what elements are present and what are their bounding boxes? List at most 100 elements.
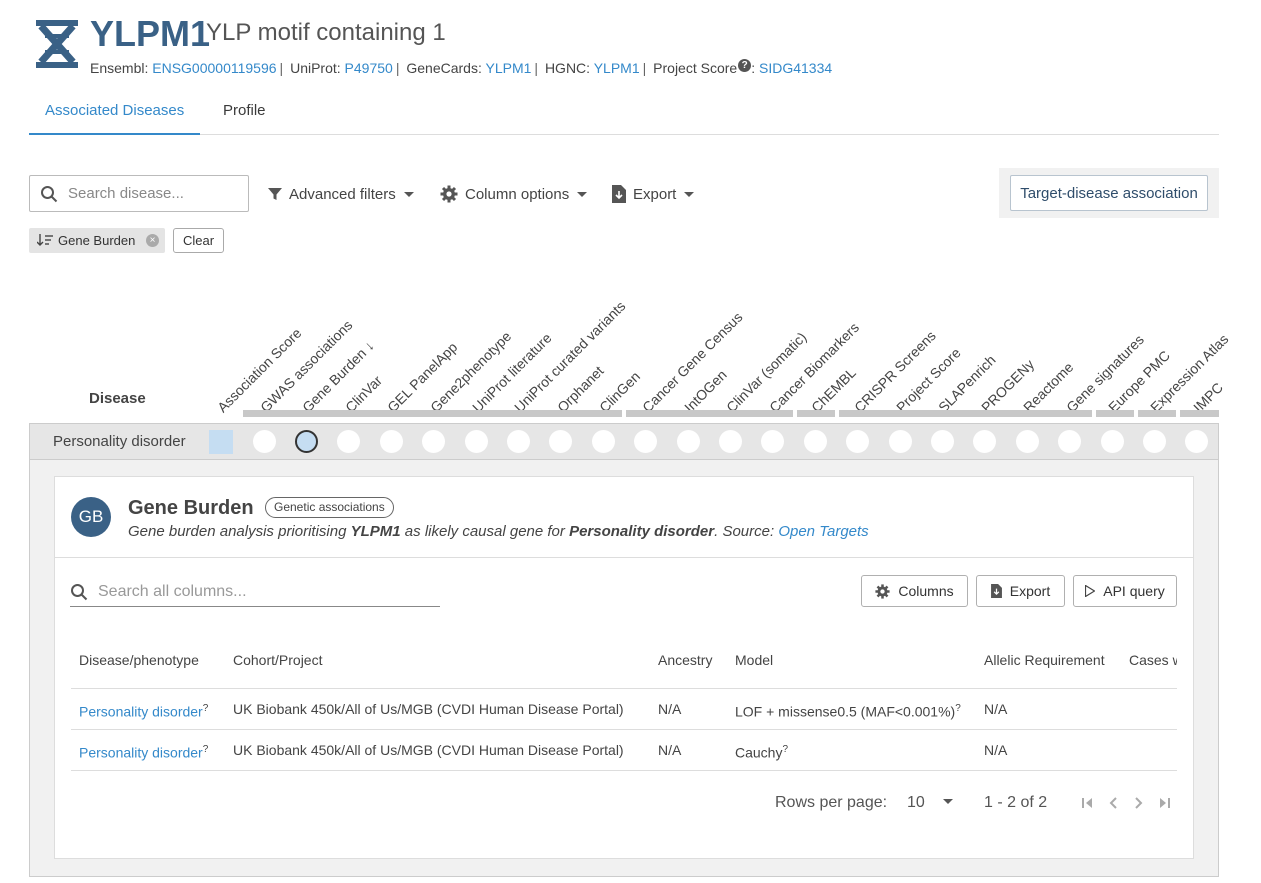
category-badge: Genetic associations — [265, 497, 394, 518]
ensembl-link[interactable]: ENSG00000119596 — [152, 60, 276, 76]
genecards-link[interactable]: YLPM1 — [485, 60, 531, 76]
table-export-button[interactable]: Export — [976, 575, 1065, 607]
search-icon — [71, 584, 88, 601]
disease-link[interactable]: Personality disorder — [79, 704, 203, 720]
help-icon[interactable]: ? — [782, 744, 788, 755]
desc-text: as likely causal gene for — [400, 523, 570, 540]
search-all-columns-input[interactable] — [96, 582, 426, 602]
help-icon[interactable]: ? — [955, 703, 961, 714]
xref-label: Ensembl: — [90, 60, 149, 76]
filter-icon — [268, 188, 282, 200]
datasource-cell[interactable] — [379, 430, 403, 453]
datasource-cell[interactable] — [718, 430, 742, 453]
xref-label: HGNC: — [544, 60, 591, 76]
rows-per-page-select[interactable]: 10 — [907, 794, 953, 812]
table-divider — [71, 688, 1177, 689]
header-disease-phenotype[interactable]: Disease/phenotype — [79, 652, 199, 668]
last-page-icon[interactable] — [1157, 795, 1171, 811]
export-label: Export — [633, 185, 677, 203]
group-bar-somatic-mutations — [626, 410, 793, 417]
header-model[interactable]: Model — [735, 652, 773, 668]
association-row[interactable] — [29, 423, 1219, 460]
table-cell-allelic: N/A — [984, 742, 1008, 758]
header-cohort-project[interactable]: Cohort/Project — [233, 652, 322, 668]
datasource-cell[interactable] — [1058, 430, 1082, 453]
advanced-filters-button[interactable]: Advanced filters — [268, 182, 414, 206]
dropdown-icon — [684, 191, 695, 197]
column-options-button[interactable]: Column options — [440, 182, 588, 206]
header-ancestry[interactable]: Ancestry — [658, 652, 712, 668]
gene-burden-filter-chip[interactable]: Gene Burden × — [29, 228, 165, 253]
datasource-cell[interactable] — [422, 430, 446, 453]
chip-label: Gene Burden — [58, 233, 136, 248]
play-icon — [1085, 585, 1096, 597]
uniprot-link[interactable]: P49750 — [345, 60, 393, 76]
datasource-cell[interactable] — [803, 430, 827, 453]
disease-link[interactable]: Personality disorder — [79, 745, 203, 761]
evidence-table: Disease/phenotype Cohort/Project Ancestr… — [71, 640, 1177, 775]
help-icon[interactable]: ? — [738, 59, 752, 72]
header-cases-with[interactable]: Cases with — [1129, 652, 1177, 668]
help-icon[interactable]: ? — [203, 744, 209, 755]
close-icon[interactable]: × — [146, 234, 159, 247]
disease-column-header: Disease — [89, 390, 146, 407]
column-options-label: Column options — [465, 185, 570, 203]
group-bar-rna-expression — [1138, 410, 1176, 417]
columns-button[interactable]: Columns — [861, 575, 968, 607]
dropdown-icon — [942, 799, 953, 804]
tab-associated-diseases[interactable]: Associated Diseases — [29, 92, 201, 135]
datasource-cell[interactable] — [888, 430, 912, 453]
first-page-icon[interactable] — [1081, 795, 1095, 811]
rows-per-page-label: Rows per page: — [775, 794, 888, 811]
export-file-icon — [990, 584, 1002, 598]
source-link[interactable]: Open Targets — [778, 523, 868, 540]
gene-xrefs: Ensembl: ENSG00000119596 | UniProt: P4975… — [90, 59, 833, 76]
avatar: GB — [71, 497, 111, 537]
help-icon[interactable]: ? — [203, 703, 209, 714]
association-score-cell[interactable] — [209, 430, 233, 454]
dna-logo-icon — [36, 20, 78, 68]
export-button[interactable]: Export — [612, 182, 695, 206]
header-allelic-requirement[interactable]: Allelic Requirement — [984, 652, 1105, 668]
datasource-cell[interactable] — [1015, 430, 1039, 453]
datasource-cell[interactable] — [591, 430, 615, 453]
datasource-cell[interactable] — [676, 430, 700, 453]
next-page-icon[interactable] — [1133, 795, 1145, 811]
api-query-label: API query — [1103, 583, 1165, 599]
project-score-link[interactable]: SIDG41334 — [759, 60, 832, 76]
row-disease-name[interactable]: Personality disorder — [53, 433, 186, 450]
panel-divider — [55, 557, 1193, 558]
desc-text: Gene burden analysis prioritising — [128, 523, 351, 540]
datasource-cell[interactable] — [252, 430, 276, 453]
datasource-cell[interactable] — [634, 430, 658, 453]
tab-profile[interactable]: Profile — [207, 92, 282, 135]
table-cell-allelic: N/A — [984, 701, 1008, 717]
table-cell-model: Cauchy? — [735, 744, 788, 761]
export-label: Export — [1009, 583, 1051, 599]
disease-search — [29, 175, 249, 212]
group-bar-animal-model — [1180, 410, 1219, 417]
xref-label: GeneCards: — [406, 60, 482, 76]
model-text: LOF + missense0.5 (MAF<0.001%) — [735, 703, 956, 720]
prev-page-icon[interactable] — [1107, 795, 1119, 811]
datasource-cell[interactable] — [294, 430, 318, 453]
search-disease-input[interactable] — [66, 184, 236, 203]
datasource-cell[interactable] — [1142, 430, 1166, 453]
gear-icon — [875, 583, 890, 599]
group-bar-literature — [1096, 410, 1134, 417]
tda-container: Target-disease association — [999, 168, 1219, 218]
gear-icon — [440, 185, 458, 203]
table-cell-disease: Personality disorder? — [79, 703, 208, 720]
datasource-cell[interactable] — [846, 430, 870, 453]
hgnc-link[interactable]: YLPM1 — [594, 60, 640, 76]
clear-filters-button[interactable]: Clear — [173, 228, 224, 253]
api-query-button[interactable]: API query — [1073, 575, 1177, 607]
datasource-cell[interactable] — [464, 430, 488, 453]
gene-symbol: YLPM1 — [90, 13, 211, 54]
datasource-cell[interactable] — [1100, 430, 1124, 453]
datasource-cell[interactable] — [930, 430, 954, 453]
datasource-cell[interactable] — [506, 430, 530, 453]
column-header-clinvar[interactable]: ClinVar — [342, 372, 385, 415]
target-disease-association-button[interactable]: Target-disease association — [1010, 175, 1208, 211]
dropdown-icon — [577, 191, 588, 197]
